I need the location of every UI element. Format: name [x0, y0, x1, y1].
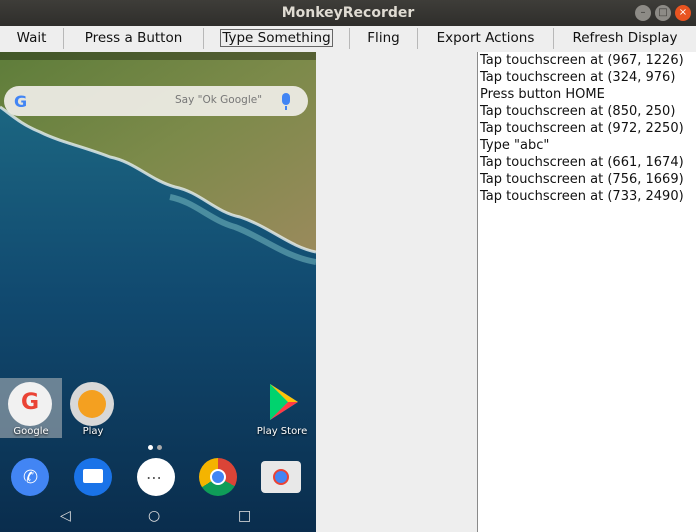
phone-icon[interactable]: ✆: [11, 458, 49, 496]
google-app-folder[interactable]: G Google: [0, 378, 62, 438]
google-search-bar[interactable]: G Say "Ok Google": [4, 86, 308, 116]
play-store-label: Play Store: [256, 426, 308, 437]
search-hint: Say "Ok Google": [175, 94, 263, 106]
press-label: Press a Button: [84, 30, 183, 46]
google-g-icon: G: [14, 92, 28, 111]
title-bar: MonkeyRecorder – □ ×: [0, 0, 696, 26]
log-line[interactable]: Tap touchscreen at (661, 1674): [478, 154, 696, 171]
toolbar: Wait Press a Button Type Something Fling…: [0, 26, 696, 53]
messages-icon[interactable]: [74, 458, 112, 496]
play-store-icon: [270, 384, 298, 420]
press-button-button[interactable]: Press a Button: [64, 28, 204, 49]
camera-icon[interactable]: [261, 461, 301, 493]
log-line[interactable]: Tap touchscreen at (972, 2250): [478, 120, 696, 137]
log-line[interactable]: Press button HOME: [478, 86, 696, 103]
type-something-button[interactable]: Type Something: [204, 28, 350, 49]
refresh-label: Refresh Display: [572, 30, 678, 46]
log-line[interactable]: Tap touchscreen at (756, 1669): [478, 171, 696, 188]
log-line[interactable]: Tap touchscreen at (324, 976): [478, 69, 696, 86]
refresh-display-button[interactable]: Refresh Display: [554, 28, 696, 49]
play-app-folder[interactable]: Play: [66, 378, 120, 438]
wait-label: Wait: [16, 30, 47, 46]
home-icon[interactable]: ○: [148, 508, 160, 524]
chrome-icon[interactable]: [199, 458, 237, 496]
mic-icon[interactable]: [282, 93, 290, 110]
page-indicator-dot: [148, 445, 153, 450]
wait-button[interactable]: Wait: [0, 28, 64, 49]
page-indicator-dot: [157, 445, 162, 450]
play-label: Play: [82, 426, 104, 437]
recents-icon[interactable]: □: [238, 508, 251, 524]
log-line[interactable]: Tap touchscreen at (733, 2490): [478, 188, 696, 205]
maximize-icon[interactable]: □: [655, 5, 671, 21]
type-label: Type Something: [220, 29, 333, 47]
google-label: Google: [13, 426, 49, 437]
log-line[interactable]: Type "abc": [478, 137, 696, 154]
google-folder-icon: G: [8, 382, 52, 426]
window-title: MonkeyRecorder: [281, 5, 415, 21]
fling-button[interactable]: Fling: [350, 28, 418, 49]
back-icon[interactable]: ◁: [60, 508, 71, 524]
log-line[interactable]: Tap touchscreen at (850, 250): [478, 103, 696, 120]
play-store-app[interactable]: Play Store: [252, 378, 312, 438]
actions-log[interactable]: Tap touchscreen at (967, 1226) Tap touch…: [477, 52, 696, 532]
minimize-icon[interactable]: –: [635, 5, 651, 21]
export-actions-button[interactable]: Export Actions: [418, 28, 554, 49]
fling-label: Fling: [367, 30, 400, 46]
play-folder-icon: [70, 382, 114, 426]
app-drawer-icon[interactable]: ⋯: [137, 458, 175, 496]
empty-panel: [316, 52, 477, 532]
log-line[interactable]: Tap touchscreen at (967, 1226): [478, 52, 696, 69]
export-label: Export Actions: [436, 30, 535, 46]
device-screen[interactable]: G Say "Ok Google" G Google Play Play Sto…: [0, 52, 316, 532]
close-icon[interactable]: ×: [675, 5, 691, 21]
